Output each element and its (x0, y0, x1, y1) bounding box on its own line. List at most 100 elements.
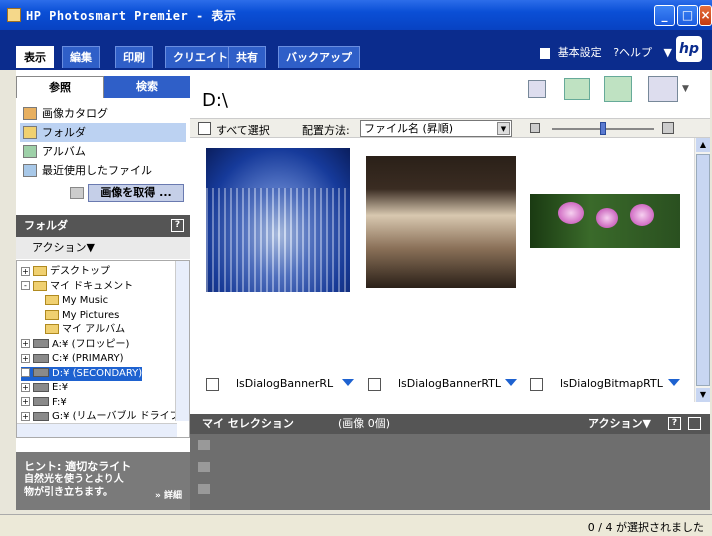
tree-vertical-scrollbar[interactable] (175, 261, 189, 421)
thumbnail-menu-icon[interactable] (668, 379, 680, 386)
folder-icon (23, 126, 37, 139)
selection-count: (画像 0個) (338, 417, 391, 430)
flower-shape (558, 202, 584, 224)
view-thumbnail-icon[interactable] (564, 78, 590, 100)
maximize-button[interactable]: □ (677, 5, 698, 26)
tray-tool-icon[interactable] (198, 484, 210, 494)
hint-body: 自然光を使うとより人物が引き立ちます。 (24, 474, 124, 498)
menu-bar: 表示 編集 印刷 クリエイト 共有 バックアップ 基本設定 ?ヘルプ ▼ hp (0, 30, 712, 70)
thumbnail-image[interactable] (530, 194, 680, 248)
tab-share[interactable]: 共有 (228, 46, 266, 68)
folder-actions-menu[interactable]: アクション▼ (16, 237, 190, 259)
catalog-icon (23, 107, 37, 120)
tab-print[interactable]: 印刷 (115, 46, 153, 68)
hint-box: ヒント: 適切なライト 自然光を使うとより人物が引き立ちます。 » 詳細 (16, 452, 190, 510)
nav-item-folder[interactable]: フォルダ (20, 123, 186, 142)
tab-view[interactable]: 表示 (16, 46, 54, 68)
view-slideshow-icon[interactable] (648, 76, 678, 102)
subtab-browse[interactable]: 参照 (16, 76, 104, 98)
status-bar: 0 / 4 が選択されました (0, 514, 712, 536)
sort-value: ファイル名 (昇順) (364, 122, 454, 135)
scroll-thumb[interactable] (696, 154, 710, 386)
camera-icon (70, 187, 84, 199)
drive-icon (33, 382, 49, 392)
tray-tool-icon[interactable] (198, 462, 210, 472)
settings-link[interactable]: 基本設定 (558, 46, 602, 59)
tab-create[interactable]: クリエイト (165, 46, 236, 68)
folder-icon (45, 295, 59, 305)
expand-icon[interactable]: + (21, 353, 30, 363)
expand-icon[interactable]: + (21, 382, 30, 392)
tree-horizontal-scrollbar[interactable] (17, 423, 177, 437)
thumbnail-checkbox[interactable] (368, 378, 381, 391)
selection-actions-menu[interactable]: アクション▼ (588, 414, 651, 434)
tree-item[interactable]: + C:¥ (PRIMARY) (21, 352, 124, 366)
subtab-search[interactable]: 検索 (104, 76, 190, 98)
tree-item[interactable]: マイ アルバム (45, 323, 125, 337)
expand-icon[interactable]: + (21, 339, 30, 348)
folder-icon (45, 309, 59, 320)
folder-icon (45, 324, 59, 334)
tree-item[interactable]: + D:¥ (SECONDARY) (21, 366, 143, 381)
thumbnail-image[interactable] (366, 156, 516, 288)
thumbnail-checkbox[interactable] (206, 378, 219, 391)
zoom-slider-thumb[interactable] (600, 122, 606, 135)
tree-item[interactable]: + G:¥ (リムーバブル ドライブ (21, 410, 180, 424)
nav-item-label: フォルダ (42, 126, 86, 139)
hint-title: ヒント: 適切なライト (24, 460, 132, 473)
expand-icon[interactable]: + (21, 397, 30, 406)
nav-item-recent[interactable]: 最近使用したファイル (20, 161, 186, 180)
drive-icon (33, 339, 49, 348)
tree-item[interactable]: + F:¥ (21, 396, 67, 410)
view-dropdown-icon[interactable]: ▼ (682, 84, 689, 94)
nav-item-catalog[interactable]: 画像カタログ (20, 104, 186, 123)
expand-icon[interactable]: + (21, 368, 30, 377)
get-images-button[interactable]: 画像を取得 ... (88, 184, 184, 202)
hp-logo: hp (676, 36, 702, 62)
zoom-in-icon[interactable] (662, 122, 674, 134)
tree-item-label: C:¥ (PRIMARY) (52, 353, 124, 364)
tab-backup[interactable]: バックアップ (278, 46, 360, 68)
tab-edit[interactable]: 編集 (62, 46, 100, 68)
tray-tool-icon[interactable] (198, 440, 210, 450)
help-link[interactable]: ?ヘルプ (613, 46, 652, 59)
tree-item-label: E:¥ (52, 382, 69, 393)
sort-select[interactable]: ファイル名 (昇順) ▼ (360, 120, 512, 137)
folder-icon (33, 266, 47, 276)
expand-icon[interactable]: + (21, 411, 30, 421)
tree-item-label: デスクトップ (50, 266, 110, 277)
expand-icon[interactable]: + (21, 266, 30, 276)
tree-item[interactable]: + A:¥ (フロッピー) (21, 338, 129, 352)
tree-item-label: G:¥ (リムーバブル ドライブ (52, 411, 180, 422)
view-large-icon[interactable] (604, 76, 632, 102)
selection-help-button[interactable]: ? (668, 417, 681, 430)
view-grid-icon[interactable] (528, 80, 546, 98)
scroll-down-icon[interactable]: ▼ (696, 388, 710, 402)
thumbnail-menu-icon[interactable] (342, 379, 354, 386)
tree-item-label: My Music (62, 295, 109, 306)
thumbnail-vertical-scrollbar[interactable]: ▲ ▼ (694, 138, 710, 402)
help-dropdown-icon[interactable]: ▼ (664, 46, 672, 59)
hint-more-link[interactable]: » 詳細 (155, 488, 182, 501)
collapse-icon[interactable] (688, 417, 701, 430)
thumbnail-menu-icon[interactable] (505, 379, 517, 386)
scroll-up-icon[interactable]: ▲ (696, 138, 710, 152)
tree-item[interactable]: + E:¥ (21, 381, 68, 395)
zoom-out-icon[interactable] (530, 123, 540, 133)
tree-item[interactable]: + デスクトップ (21, 265, 110, 279)
nav-item-album[interactable]: アルバム (20, 142, 186, 161)
drive-icon (33, 411, 49, 421)
folder-help-button[interactable]: ? (171, 219, 184, 232)
close-button[interactable]: × (699, 5, 712, 26)
thumbnail-image[interactable] (206, 148, 350, 292)
collapse-icon[interactable]: - (21, 281, 30, 290)
tree-item[interactable]: - マイ ドキュメント (21, 280, 133, 294)
tree-item[interactable]: My Pictures (45, 309, 119, 323)
nav-item-label: アルバム (42, 145, 86, 158)
tree-item[interactable]: My Music (45, 294, 108, 308)
selection-tray: マイ セレクション (画像 0個) アクション▼ ? (190, 414, 710, 510)
thumbnail-checkbox[interactable] (530, 378, 543, 391)
minimize-button[interactable]: _ (654, 5, 675, 26)
select-all-checkbox[interactable] (198, 122, 211, 135)
recent-files-icon (23, 164, 37, 177)
